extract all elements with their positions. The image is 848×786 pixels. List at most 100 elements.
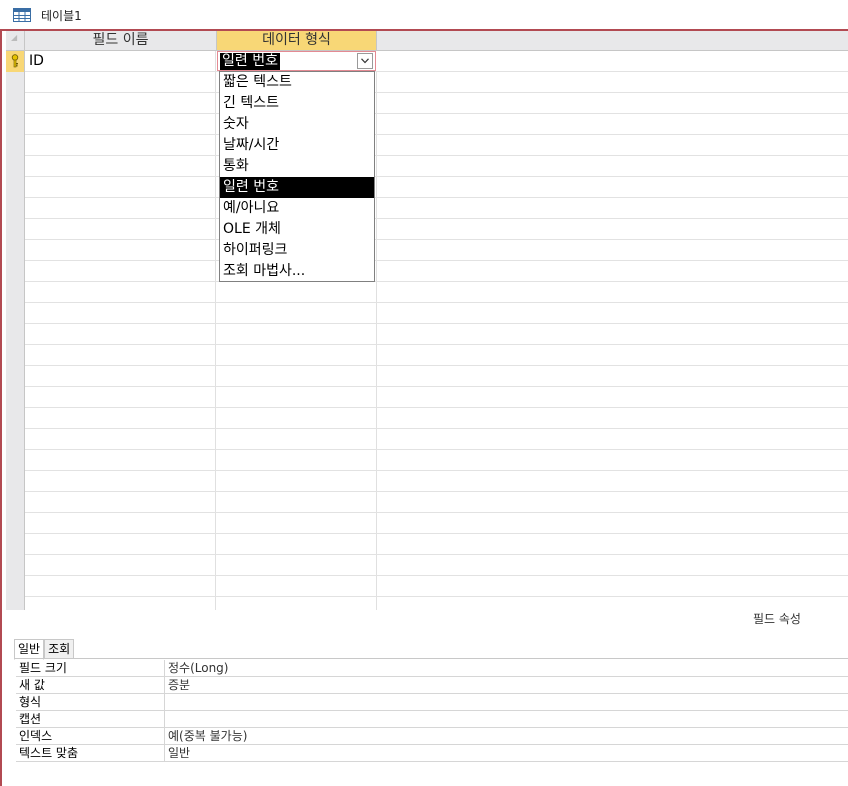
field-name-cell[interactable] [25,429,216,449]
row-selector[interactable] [6,282,25,303]
row-selector[interactable] [6,366,25,387]
table-row[interactable] [6,513,848,534]
property-value[interactable]: 예(중복 불가능) [164,728,848,744]
property-value[interactable]: 일반 [164,745,848,761]
data-type-cell[interactable] [217,408,377,428]
row-selector[interactable] [6,492,25,513]
document-tab[interactable]: 테이블1 [13,4,82,26]
field-name-cell[interactable] [25,219,216,239]
property-value[interactable]: 정수(Long) [164,660,848,676]
dropdown-option[interactable]: 숫자 [220,114,374,135]
row-selector[interactable] [6,240,25,261]
dropdown-option[interactable]: 하이퍼링크 [220,240,374,261]
row-selector[interactable] [6,93,25,114]
row-selector[interactable] [6,156,25,177]
field-name-cell[interactable] [25,576,216,596]
data-type-cell[interactable] [217,282,377,302]
table-row[interactable] [6,324,848,345]
property-value[interactable] [164,711,848,727]
table-row[interactable] [6,345,848,366]
data-type-cell[interactable] [217,471,377,491]
table-row[interactable] [6,303,848,324]
data-type-cell[interactable] [217,555,377,575]
field-name-cell[interactable] [25,513,216,533]
row-selector[interactable] [6,198,25,219]
field-name-cell[interactable] [25,324,216,344]
table-row[interactable] [6,387,848,408]
field-name-cell[interactable] [25,387,216,407]
table-row[interactable] [6,534,848,555]
data-type-cell[interactable] [217,366,377,386]
field-name-cell[interactable] [25,261,216,281]
dropdown-option[interactable]: 긴 텍스트 [220,93,374,114]
table-row[interactable] [6,93,848,114]
tab-general[interactable]: 일반 [14,639,45,660]
table-row[interactable] [6,135,848,156]
table-row[interactable]: ID 일련 번호 [6,51,848,72]
dropdown-option[interactable]: 일련 번호 [220,177,374,198]
field-name-cell[interactable] [25,135,216,155]
table-row[interactable] [6,261,848,282]
table-row[interactable] [6,219,848,240]
row-selector[interactable] [6,387,25,408]
dropdown-option[interactable]: OLE 개체 [220,219,374,240]
field-name-cell[interactable] [25,555,216,575]
table-row[interactable] [6,555,848,576]
table-row[interactable] [6,198,848,219]
data-type-cell[interactable] [217,429,377,449]
column-header-data-type[interactable]: 데이터 형식 [217,31,377,50]
row-selector[interactable] [6,471,25,492]
table-row[interactable] [6,114,848,135]
data-type-cell[interactable] [217,513,377,533]
column-header-field-name[interactable]: 필드 이름 [25,31,217,50]
table-row[interactable] [6,366,848,387]
field-name-cell[interactable] [25,303,216,323]
dropdown-option[interactable]: 짧은 텍스트 [220,72,374,93]
table-row[interactable] [6,282,848,303]
row-selector[interactable] [6,324,25,345]
data-type-cell[interactable] [217,492,377,512]
row-selector[interactable] [6,408,25,429]
dropdown-option[interactable]: 날짜/시간 [220,135,374,156]
row-selector[interactable] [6,450,25,471]
row-selector[interactable] [6,576,25,597]
row-selector[interactable] [6,261,25,282]
field-name-cell[interactable] [25,345,216,365]
dropdown-option[interactable]: 통화 [220,156,374,177]
row-selector[interactable] [6,429,25,450]
field-name-cell[interactable]: ID [25,51,216,71]
row-selector[interactable] [6,114,25,135]
property-value[interactable] [164,694,848,710]
field-name-cell[interactable] [25,198,216,218]
field-name-cell[interactable] [25,72,216,92]
dropdown-button[interactable] [357,53,373,69]
field-name-cell[interactable] [25,492,216,512]
data-type-cell[interactable] [217,576,377,596]
data-type-combobox[interactable]: 일련 번호 [217,51,376,71]
table-row[interactable] [6,72,848,93]
row-selector[interactable] [6,303,25,324]
table-row[interactable] [6,597,848,610]
row-selector[interactable] [6,72,25,93]
data-type-cell[interactable] [217,450,377,470]
table-row[interactable] [6,177,848,198]
table-row[interactable] [6,471,848,492]
table-row[interactable] [6,408,848,429]
field-name-cell[interactable] [25,93,216,113]
data-type-cell[interactable] [217,534,377,554]
field-name-cell[interactable] [25,366,216,386]
data-type-cell[interactable] [217,387,377,407]
table-row[interactable] [6,156,848,177]
field-name-cell[interactable] [25,471,216,491]
select-all-corner[interactable]: ◢ [6,31,25,50]
data-type-cell[interactable] [217,345,377,365]
tab-lookup[interactable]: 조회 [44,639,75,659]
field-name-cell[interactable] [25,450,216,470]
property-value[interactable]: 증분 [164,677,848,693]
field-name-cell[interactable] [25,177,216,197]
row-selector[interactable] [6,135,25,156]
field-name-cell[interactable] [25,534,216,554]
field-name-cell[interactable] [25,114,216,134]
field-name-cell[interactable] [25,282,216,302]
data-type-dropdown-list[interactable]: 짧은 텍스트 긴 텍스트 숫자 날짜/시간 통화 일련 번호 예/아니요 OLE 개체 하이퍼링… [219,71,375,282]
